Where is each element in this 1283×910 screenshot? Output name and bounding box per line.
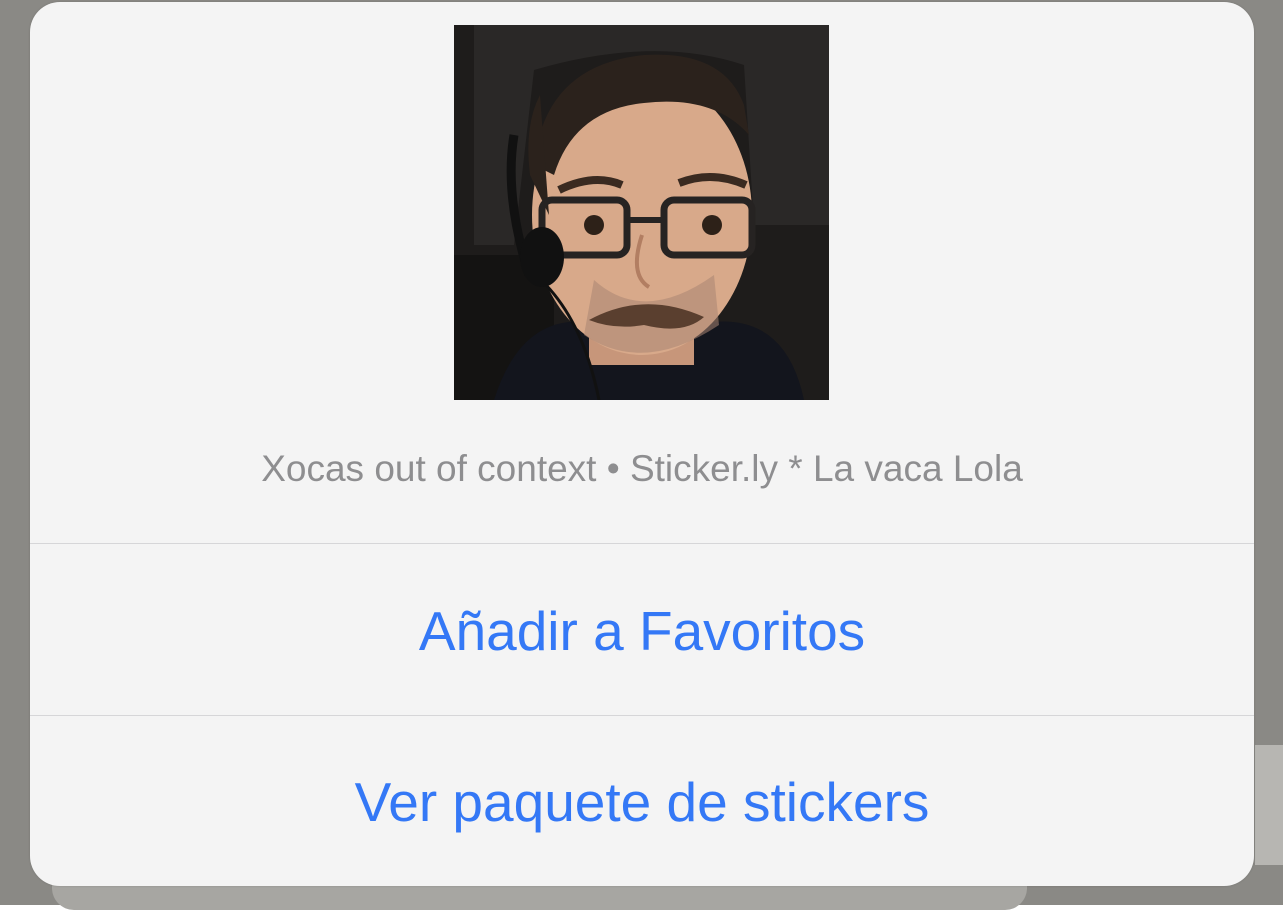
sticker-preview-header: Xocas out of context • Sticker.ly * La v… — [30, 2, 1254, 543]
add-to-favorites-button[interactable]: Añadir a Favoritos — [30, 546, 1254, 716]
sticker-portrait-icon — [454, 25, 829, 400]
background-panel — [1255, 745, 1283, 865]
sticker-pack-caption: Xocas out of context • Sticker.ly * La v… — [261, 448, 1023, 489]
action-sheet: Xocas out of context • Sticker.ly * La v… — [30, 2, 1254, 886]
view-sticker-pack-button[interactable]: Ver paquete de stickers — [30, 717, 1254, 886]
divider — [30, 715, 1254, 716]
add-to-favorites-label: Añadir a Favoritos — [418, 600, 866, 662]
view-sticker-pack-label: Ver paquete de stickers — [354, 771, 930, 833]
divider — [30, 543, 1254, 544]
sticker-image — [454, 25, 829, 400]
